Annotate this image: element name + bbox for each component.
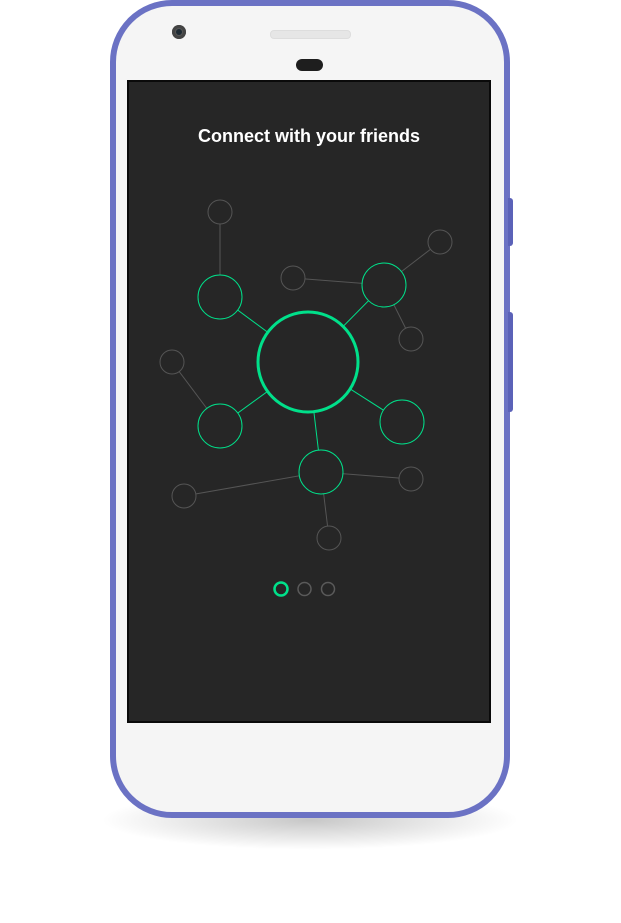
friend-node <box>379 399 425 445</box>
contact-node <box>280 265 306 291</box>
user-node <box>256 310 360 414</box>
contact-node <box>207 199 233 225</box>
page-indicator-dot[interactable] <box>320 581 336 597</box>
contact-node <box>171 483 197 509</box>
contact-node <box>427 229 453 255</box>
contact-node <box>398 466 424 492</box>
friend-node <box>197 274 243 320</box>
friend-network-illustration <box>159 199 453 597</box>
page-indicator-dot[interactable] <box>297 581 312 597</box>
contact-node <box>159 349 185 375</box>
contact-node <box>398 326 424 352</box>
friend-node <box>298 449 344 495</box>
friend-node <box>361 262 407 308</box>
contact-node <box>316 525 342 551</box>
page-indicator-dot[interactable] <box>273 581 289 597</box>
friend-node <box>197 403 243 449</box>
